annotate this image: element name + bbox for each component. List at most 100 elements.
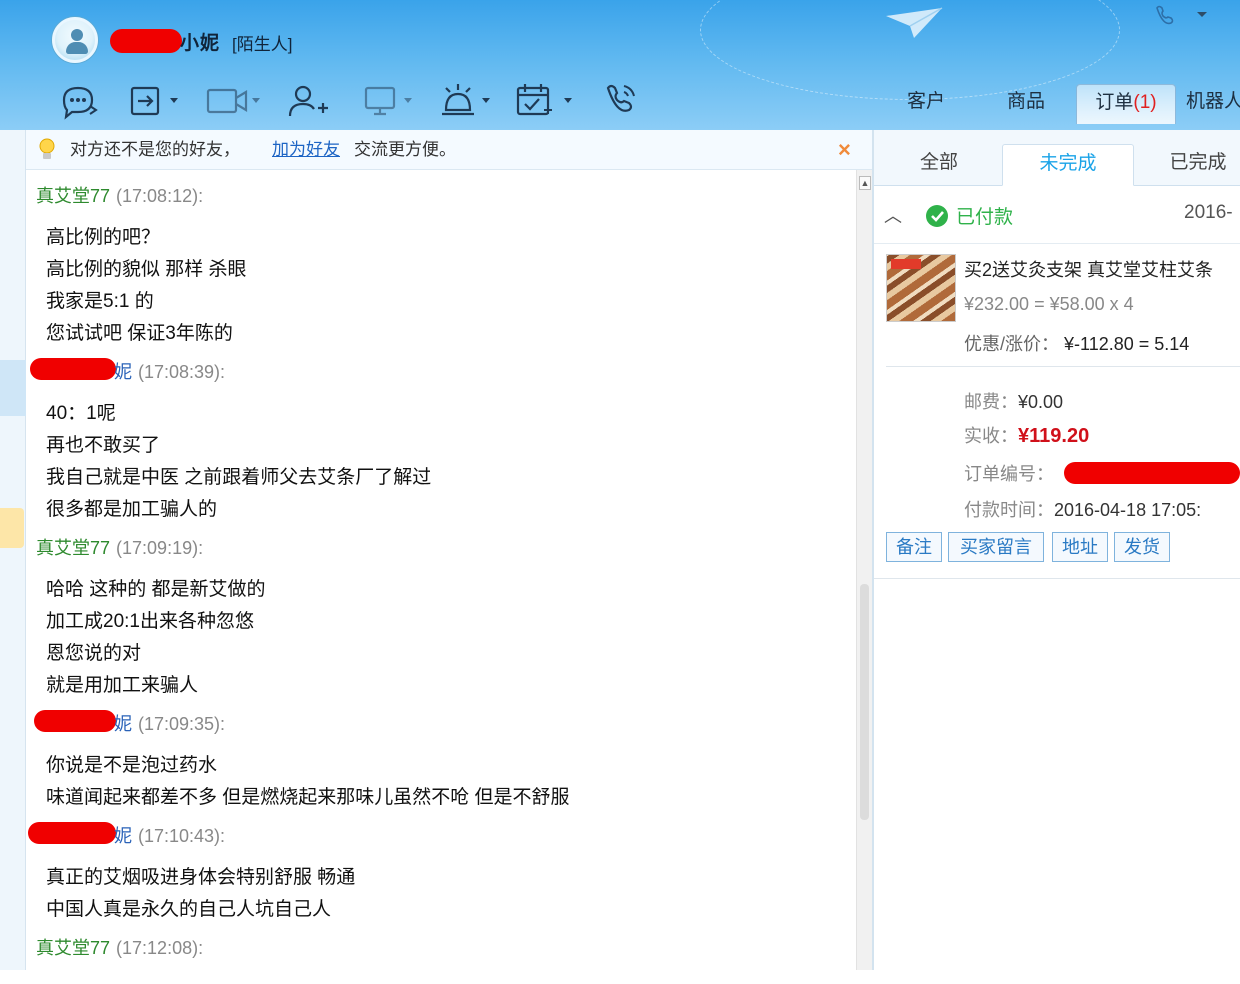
remote-assist-icon [442,84,490,116]
redacted-name [110,29,182,53]
voice-call-button[interactable] [600,80,640,120]
collapse-caret-icon[interactable]: ︿ [884,202,902,228]
sender-name[interactable]: 妮 [114,362,132,382]
postage-row: 邮费：¥0.00 [964,388,1063,414]
file-transfer-button[interactable] [128,80,184,120]
close-notice-button[interactable]: × [838,130,851,170]
dropdown-arrow-button[interactable] [1190,0,1224,32]
message-line: 真正的艾烟吸进身体会特别舒服 畅通 [46,867,356,888]
add-friend-link[interactable]: 加为好友 [272,130,340,170]
sender-name[interactable]: 妮 [114,826,132,846]
chevron-down-icon [1197,12,1207,17]
sender-name[interactable]: 妮 [114,714,132,734]
chat-scrollbar[interactable]: ▲ [856,170,872,970]
postage-label: 邮费： [964,392,1018,412]
received-row: 实收：¥119.20 [964,422,1089,448]
note-button[interactable]: 备注 [886,532,942,562]
subtab-incomplete[interactable]: 未完成 [1002,144,1134,186]
screen-share-button[interactable] [360,80,420,120]
add-friend-icon [288,85,328,117]
message-line: 您试试吧 保证3年陈的 [46,323,233,344]
address-button[interactable]: 地址 [1052,532,1108,562]
message-line: 我家是5:1 的 [46,291,154,312]
message-line: 中国人真是永久的自己人坑自己人 [46,899,332,920]
message-line: 就是用加工来骗人 [46,675,199,696]
contact-tag: [陌生人] [232,35,293,54]
check-circle-icon [926,205,948,227]
received-label: 实收： [964,426,1018,446]
order-count-badge: (1) [1133,92,1157,113]
message-time: (17:10:43): [138,826,226,846]
contact-list-marker [0,508,24,548]
lightbulb-icon [39,138,55,159]
contact-list-edge[interactable] [0,130,26,970]
discount-label: 优惠/涨价： [964,334,1060,354]
sender-name[interactable]: 真艾堂77 [36,938,110,958]
chat-history[interactable]: 真艾堂77 (17:08:12): 高比例的吧？ 高比例的貌似 那样 杀眼 我家是… [26,170,856,970]
tab-orders-label: 订单 [1095,92,1134,113]
phone-icon [1156,5,1174,25]
order-number-label: 订单编号： [964,464,1054,484]
message-header: 妮 (17:10:43): [114,822,225,848]
window-header: 小妮 [陌生人] 客户 商品 订单(1) 机器人 [0,0,1240,130]
pay-time-value: 2016-04-18 17:05: [1054,500,1202,520]
redacted-order-number [1064,462,1240,484]
add-friend-button[interactable] [286,80,330,120]
message-line: 味道闻起来都差不多 但是燃烧起来那味儿虽然不呛 但是不舒服 [46,787,570,808]
message-time: (17:09:19): [116,538,204,558]
message-line: 很多都是加工骗人的 [46,499,218,520]
subtab-all[interactable]: 全部 [894,144,984,186]
order-summary-row[interactable]: ︿ 已付款 2016- [874,186,1240,244]
message-line: 再也不敢买了 [46,435,161,456]
sender-name[interactable]: 真艾堂77 [36,186,110,206]
phone-menu-button[interactable] [1148,0,1182,32]
product-thumbnail[interactable] [886,254,956,322]
redacted-sender [30,358,116,380]
postage-value: ¥0.00 [1018,392,1064,412]
pay-time-label: 付款时间： [964,500,1054,520]
message-time: (17:09:35): [138,714,226,734]
discount-value: ¥-112.80 = 5.14 [1064,334,1190,354]
received-value: ¥119.20 [1018,425,1090,447]
scroll-thumb[interactable] [860,584,869,820]
tab-customer[interactable]: 客户 [890,84,962,124]
chat-bubble-button[interactable] [58,80,102,120]
divider [874,578,1240,579]
order-status: 已付款 [956,207,1014,228]
screen-share-icon [364,86,412,116]
message-line: 加工成20:1出来各种忽悠 [46,611,254,632]
product-title[interactable]: 买2送艾灸支架 真艾堂艾柱艾条 [964,256,1213,282]
message-header: 真艾堂77 (17:08:12): [36,182,203,208]
friend-notice-bar: 对方还不是您的好友， 加为好友 交流更方便。 × [26,130,872,170]
message-line: 40：1呢 [46,403,116,424]
message-header: 真艾堂77 (17:12:08): [36,934,203,960]
message-line: 你说是不是泡过药水 [46,755,218,776]
phone-icon [606,84,635,112]
tab-orders[interactable]: 订单(1) [1076,84,1176,124]
sender-name[interactable]: 真艾堂77 [36,538,110,558]
schedule-button[interactable] [514,80,578,120]
message-time: (17:08:12): [116,186,204,206]
product-discount: 优惠/涨价： ¥-112.80 = 5.14 [964,330,1189,356]
pay-time-row: 付款时间：2016-04-18 17:05: [964,496,1201,522]
remote-assist-button[interactable] [436,80,496,120]
buyer-message-button[interactable]: 买家留言 [948,532,1044,562]
order-panel: 全部 未完成 已完成 ︿ 已付款 2016- 买2送艾灸支架 真艾堂艾柱艾条 ¥… [874,130,1240,970]
message-line: 恩您说的对 [46,643,142,664]
message-line: 高比例的吧？ [46,227,161,248]
redacted-sender [28,822,116,844]
tab-robot[interactable]: 机器人 [1186,84,1240,124]
ship-button[interactable]: 发货 [1114,532,1170,562]
message-time: (17:08:39): [138,362,226,382]
tab-products[interactable]: 商品 [990,84,1062,124]
scroll-up-arrow-icon[interactable]: ▲ [859,176,871,190]
message-header: 妮 (17:09:35): [114,710,225,736]
message-time: (17:12:08): [116,938,204,958]
video-icon [206,88,260,114]
notice-text-tail: 交流更方便。 [354,140,456,159]
avatar[interactable] [52,17,98,63]
subtab-complete[interactable]: 已完成 [1148,144,1240,186]
video-call-button[interactable] [204,80,264,120]
selected-contact-highlight[interactable] [0,360,26,416]
notice-text: 对方还不是您的好友， [70,140,240,159]
